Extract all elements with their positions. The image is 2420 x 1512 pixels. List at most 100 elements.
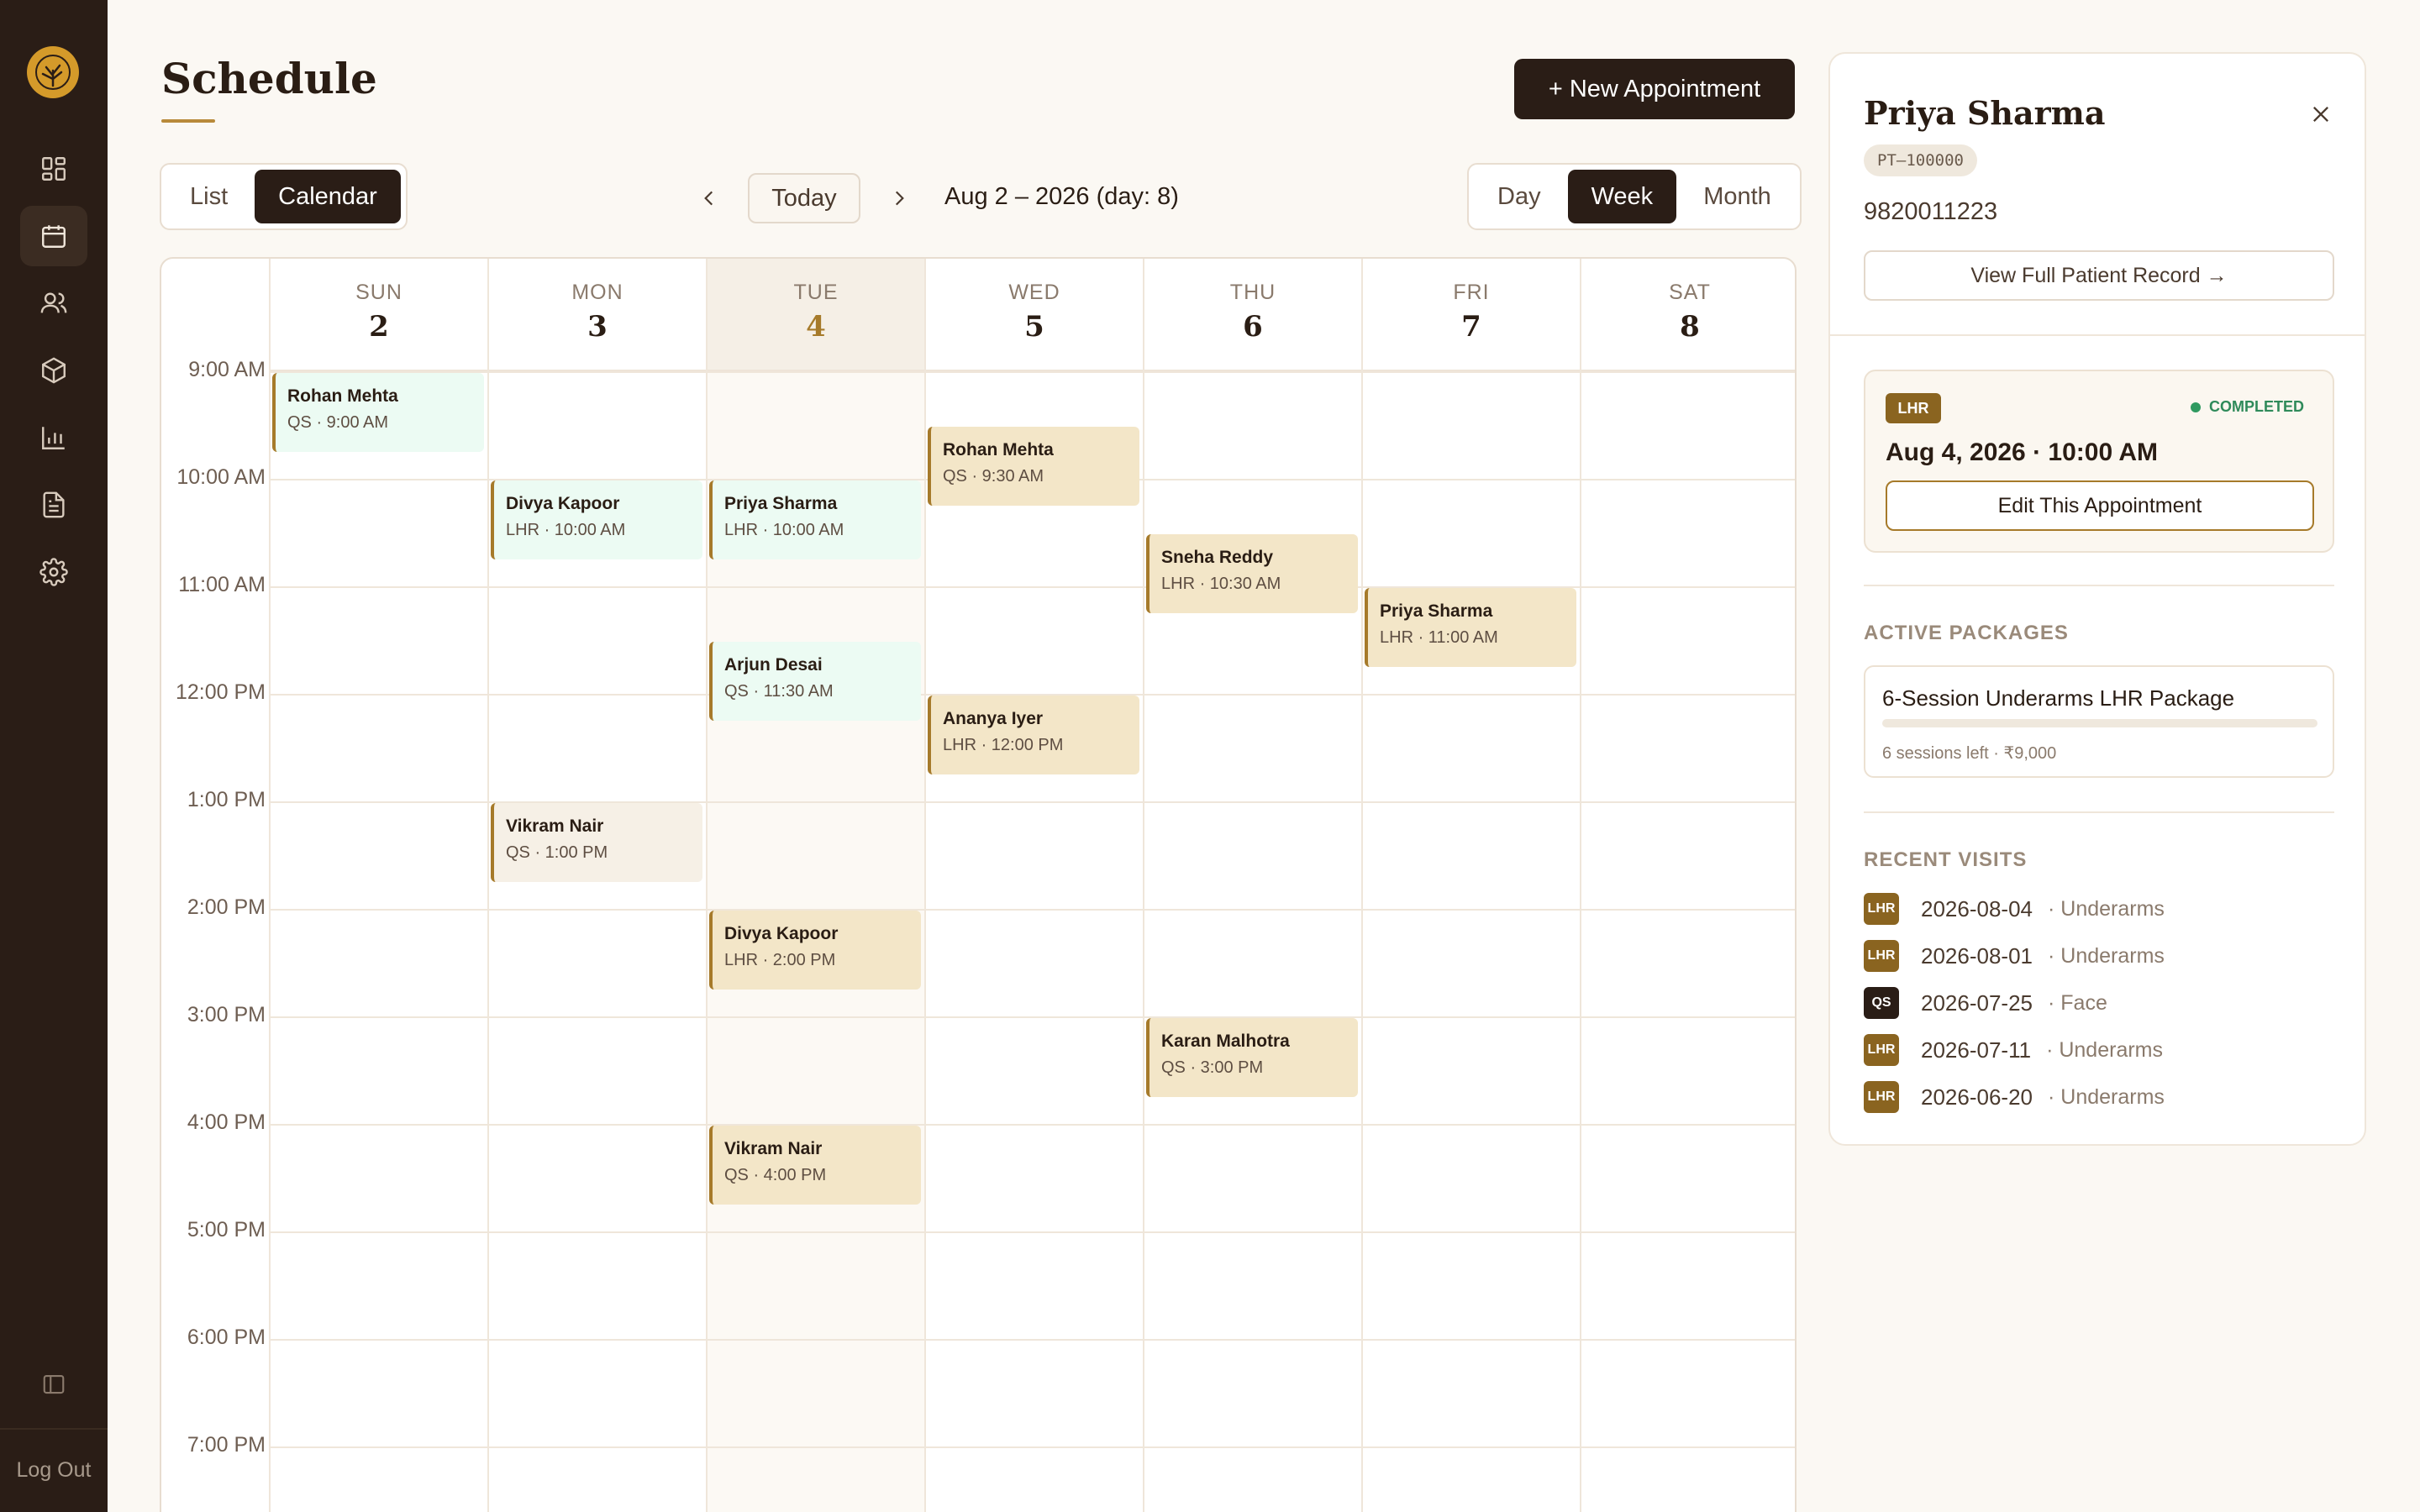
nav-dashboard[interactable] bbox=[20, 139, 87, 199]
column-divider bbox=[1361, 259, 1363, 1512]
time-label: 7:00 PM bbox=[187, 1433, 266, 1457]
document-icon bbox=[43, 491, 65, 518]
day-date: 2 bbox=[369, 310, 389, 344]
visit-row[interactable]: LHR 2026-06-20 · Underarms bbox=[1864, 1080, 2165, 1114]
appointment-time: QS · 3:00 PM bbox=[1161, 1058, 1264, 1077]
day-name: SAT bbox=[1669, 281, 1711, 304]
appointment-block[interactable]: Rohan Mehta QS · 9:00 AM bbox=[272, 373, 484, 452]
appointment-block[interactable]: Divya Kapoor LHR · 10:00 AM bbox=[491, 480, 702, 559]
day-date: 3 bbox=[587, 310, 608, 344]
day-name: TUE bbox=[793, 281, 839, 304]
close-icon bbox=[2313, 107, 2328, 122]
day-name: SUN bbox=[355, 281, 402, 304]
close-panel-button[interactable] bbox=[2304, 97, 2338, 131]
day-header-sat[interactable]: SAT 8 bbox=[1580, 259, 1795, 371]
service-badge: LHR bbox=[1864, 893, 1899, 925]
appointment-block[interactable]: Sneha Reddy LHR · 10:30 AM bbox=[1146, 534, 1358, 613]
visit-row[interactable]: LHR 2026-08-04 · Underarms bbox=[1864, 892, 2165, 926]
nav-documents[interactable] bbox=[20, 475, 87, 535]
day-header-sun[interactable]: SUN 2 bbox=[269, 259, 487, 371]
today-button[interactable]: Today bbox=[748, 173, 860, 223]
appointment-patient: Divya Kapoor bbox=[506, 494, 620, 513]
nav-schedule[interactable] bbox=[20, 206, 87, 266]
next-week-button[interactable] bbox=[882, 181, 916, 215]
recent-visits-title: RECENT VISITS bbox=[1864, 848, 2028, 871]
time-label: 9:00 AM bbox=[188, 358, 266, 381]
patient-name: Priya Sharma bbox=[1864, 94, 2106, 132]
appointment-block[interactable]: Karan Malhotra QS · 3:00 PM bbox=[1146, 1018, 1358, 1097]
patient-phone: 9820011223 bbox=[1864, 198, 1998, 225]
visit-date: 2026-07-11 bbox=[1921, 1037, 2032, 1063]
range-toggle: Day Week Month bbox=[1467, 163, 1802, 230]
day-date: 8 bbox=[1680, 310, 1700, 344]
day-header-tue[interactable]: TUE 4 bbox=[706, 259, 924, 371]
nav-patients[interactable] bbox=[20, 273, 87, 333]
appointment-patient: Rohan Mehta bbox=[943, 440, 1054, 459]
logout-button[interactable]: Log Out bbox=[0, 1458, 108, 1483]
visit-row[interactable]: QS 2026-07-25 · Face bbox=[1864, 986, 2107, 1020]
view-patient-record-button[interactable]: View Full Patient Record → bbox=[1864, 250, 2334, 301]
nav-packages[interactable] bbox=[20, 340, 87, 401]
appointment-block[interactable]: Arjun Desai QS · 11:30 AM bbox=[709, 642, 921, 721]
appointment-time: LHR · 10:30 AM bbox=[1161, 575, 1281, 593]
package-card[interactable]: 6-Session Underarms LHR Package 6 sessio… bbox=[1864, 665, 2334, 778]
column-divider bbox=[269, 259, 271, 1512]
patient-panel: Priya Sharma PT–100000 9820011223 View F… bbox=[1828, 52, 2366, 1146]
range-week-option[interactable]: Week bbox=[1567, 170, 1677, 223]
appointment-block[interactable]: Divya Kapoor LHR · 2:00 PM bbox=[709, 911, 921, 990]
column-divider bbox=[1580, 259, 1581, 1512]
visit-row[interactable]: LHR 2026-08-01 · Underarms bbox=[1864, 939, 2165, 973]
appointment-time: LHR · 12:00 PM bbox=[943, 736, 1064, 754]
view-calendar-option[interactable]: Calendar bbox=[255, 170, 401, 223]
appointment-block[interactable]: Priya Sharma LHR · 11:00 AM bbox=[1365, 588, 1576, 667]
users-icon bbox=[40, 292, 67, 313]
visit-date: 2026-08-04 bbox=[1921, 895, 2033, 921]
date-range-label: Aug 2 – 2026 (day: 8) bbox=[944, 183, 1179, 210]
status-dot-icon bbox=[2190, 402, 2201, 412]
appointment-patient: Karan Malhotra bbox=[1161, 1032, 1290, 1051]
day-header-mon[interactable]: MON 3 bbox=[487, 259, 706, 371]
range-day-option[interactable]: Day bbox=[1474, 170, 1565, 223]
visit-row[interactable]: LHR 2026-07-11 · Underarms bbox=[1864, 1033, 2163, 1067]
appointment-time: QS · 9:00 AM bbox=[287, 413, 389, 432]
column-divider bbox=[487, 259, 489, 1512]
edit-appointment-button[interactable]: Edit This Appointment bbox=[1886, 480, 2314, 531]
prev-week-button[interactable] bbox=[692, 181, 726, 215]
panel-divider bbox=[1830, 334, 2365, 336]
appointment-patient: Vikram Nair bbox=[506, 816, 604, 836]
day-header-wed[interactable]: WED 5 bbox=[924, 259, 1143, 371]
sidebar-toggle-button[interactable] bbox=[37, 1368, 71, 1401]
status-badge: COMPLETED bbox=[2190, 398, 2304, 416]
day-header-fri[interactable]: FRI 7 bbox=[1361, 259, 1580, 371]
sidebar-divider bbox=[0, 1428, 108, 1430]
time-label: 4:00 PM bbox=[187, 1110, 266, 1134]
nav-settings[interactable] bbox=[20, 542, 87, 602]
appointment-patient: Vikram Nair bbox=[724, 1139, 823, 1158]
appointment-block[interactable]: Vikram Nair QS · 4:00 PM bbox=[709, 1126, 921, 1205]
hour-gridline bbox=[269, 1124, 1795, 1126]
appointment-patient: Priya Sharma bbox=[724, 494, 838, 513]
day-name: FRI bbox=[1453, 281, 1490, 304]
day-header-thu[interactable]: THU 6 bbox=[1143, 259, 1361, 371]
appointment-block[interactable]: Rohan Mehta QS · 9:30 AM bbox=[928, 427, 1139, 506]
visit-area: · Underarms bbox=[2048, 896, 2165, 921]
day-name: WED bbox=[1008, 281, 1060, 304]
time-label: 3:00 PM bbox=[187, 1003, 266, 1026]
hour-gridline bbox=[269, 909, 1795, 911]
chart-icon bbox=[42, 427, 65, 449]
package-meta: 6 sessions left · ₹9,000 bbox=[1882, 744, 2057, 763]
appointment-block[interactable]: Vikram Nair QS · 1:00 PM bbox=[491, 803, 702, 882]
clinic-logo[interactable] bbox=[27, 46, 79, 98]
service-badge: LHR bbox=[1864, 940, 1899, 972]
package-progress-bar bbox=[1882, 719, 2317, 727]
appointment-patient: Rohan Mehta bbox=[287, 386, 398, 406]
visit-date: 2026-08-01 bbox=[1921, 942, 2033, 969]
appointment-block[interactable]: Priya Sharma LHR · 10:00 AM bbox=[709, 480, 921, 559]
new-appointment-button[interactable]: + New Appointment bbox=[1514, 59, 1795, 119]
appointment-datetime: Aug 4, 2026 · 10:00 AM bbox=[1886, 438, 2159, 466]
view-list-option[interactable]: List bbox=[166, 170, 251, 223]
nav-reports[interactable] bbox=[20, 407, 87, 468]
appointment-block[interactable]: Ananya Iyer LHR · 12:00 PM bbox=[928, 696, 1139, 774]
range-month-option[interactable]: Month bbox=[1680, 170, 1795, 223]
visit-date: 2026-06-20 bbox=[1921, 1084, 2033, 1110]
